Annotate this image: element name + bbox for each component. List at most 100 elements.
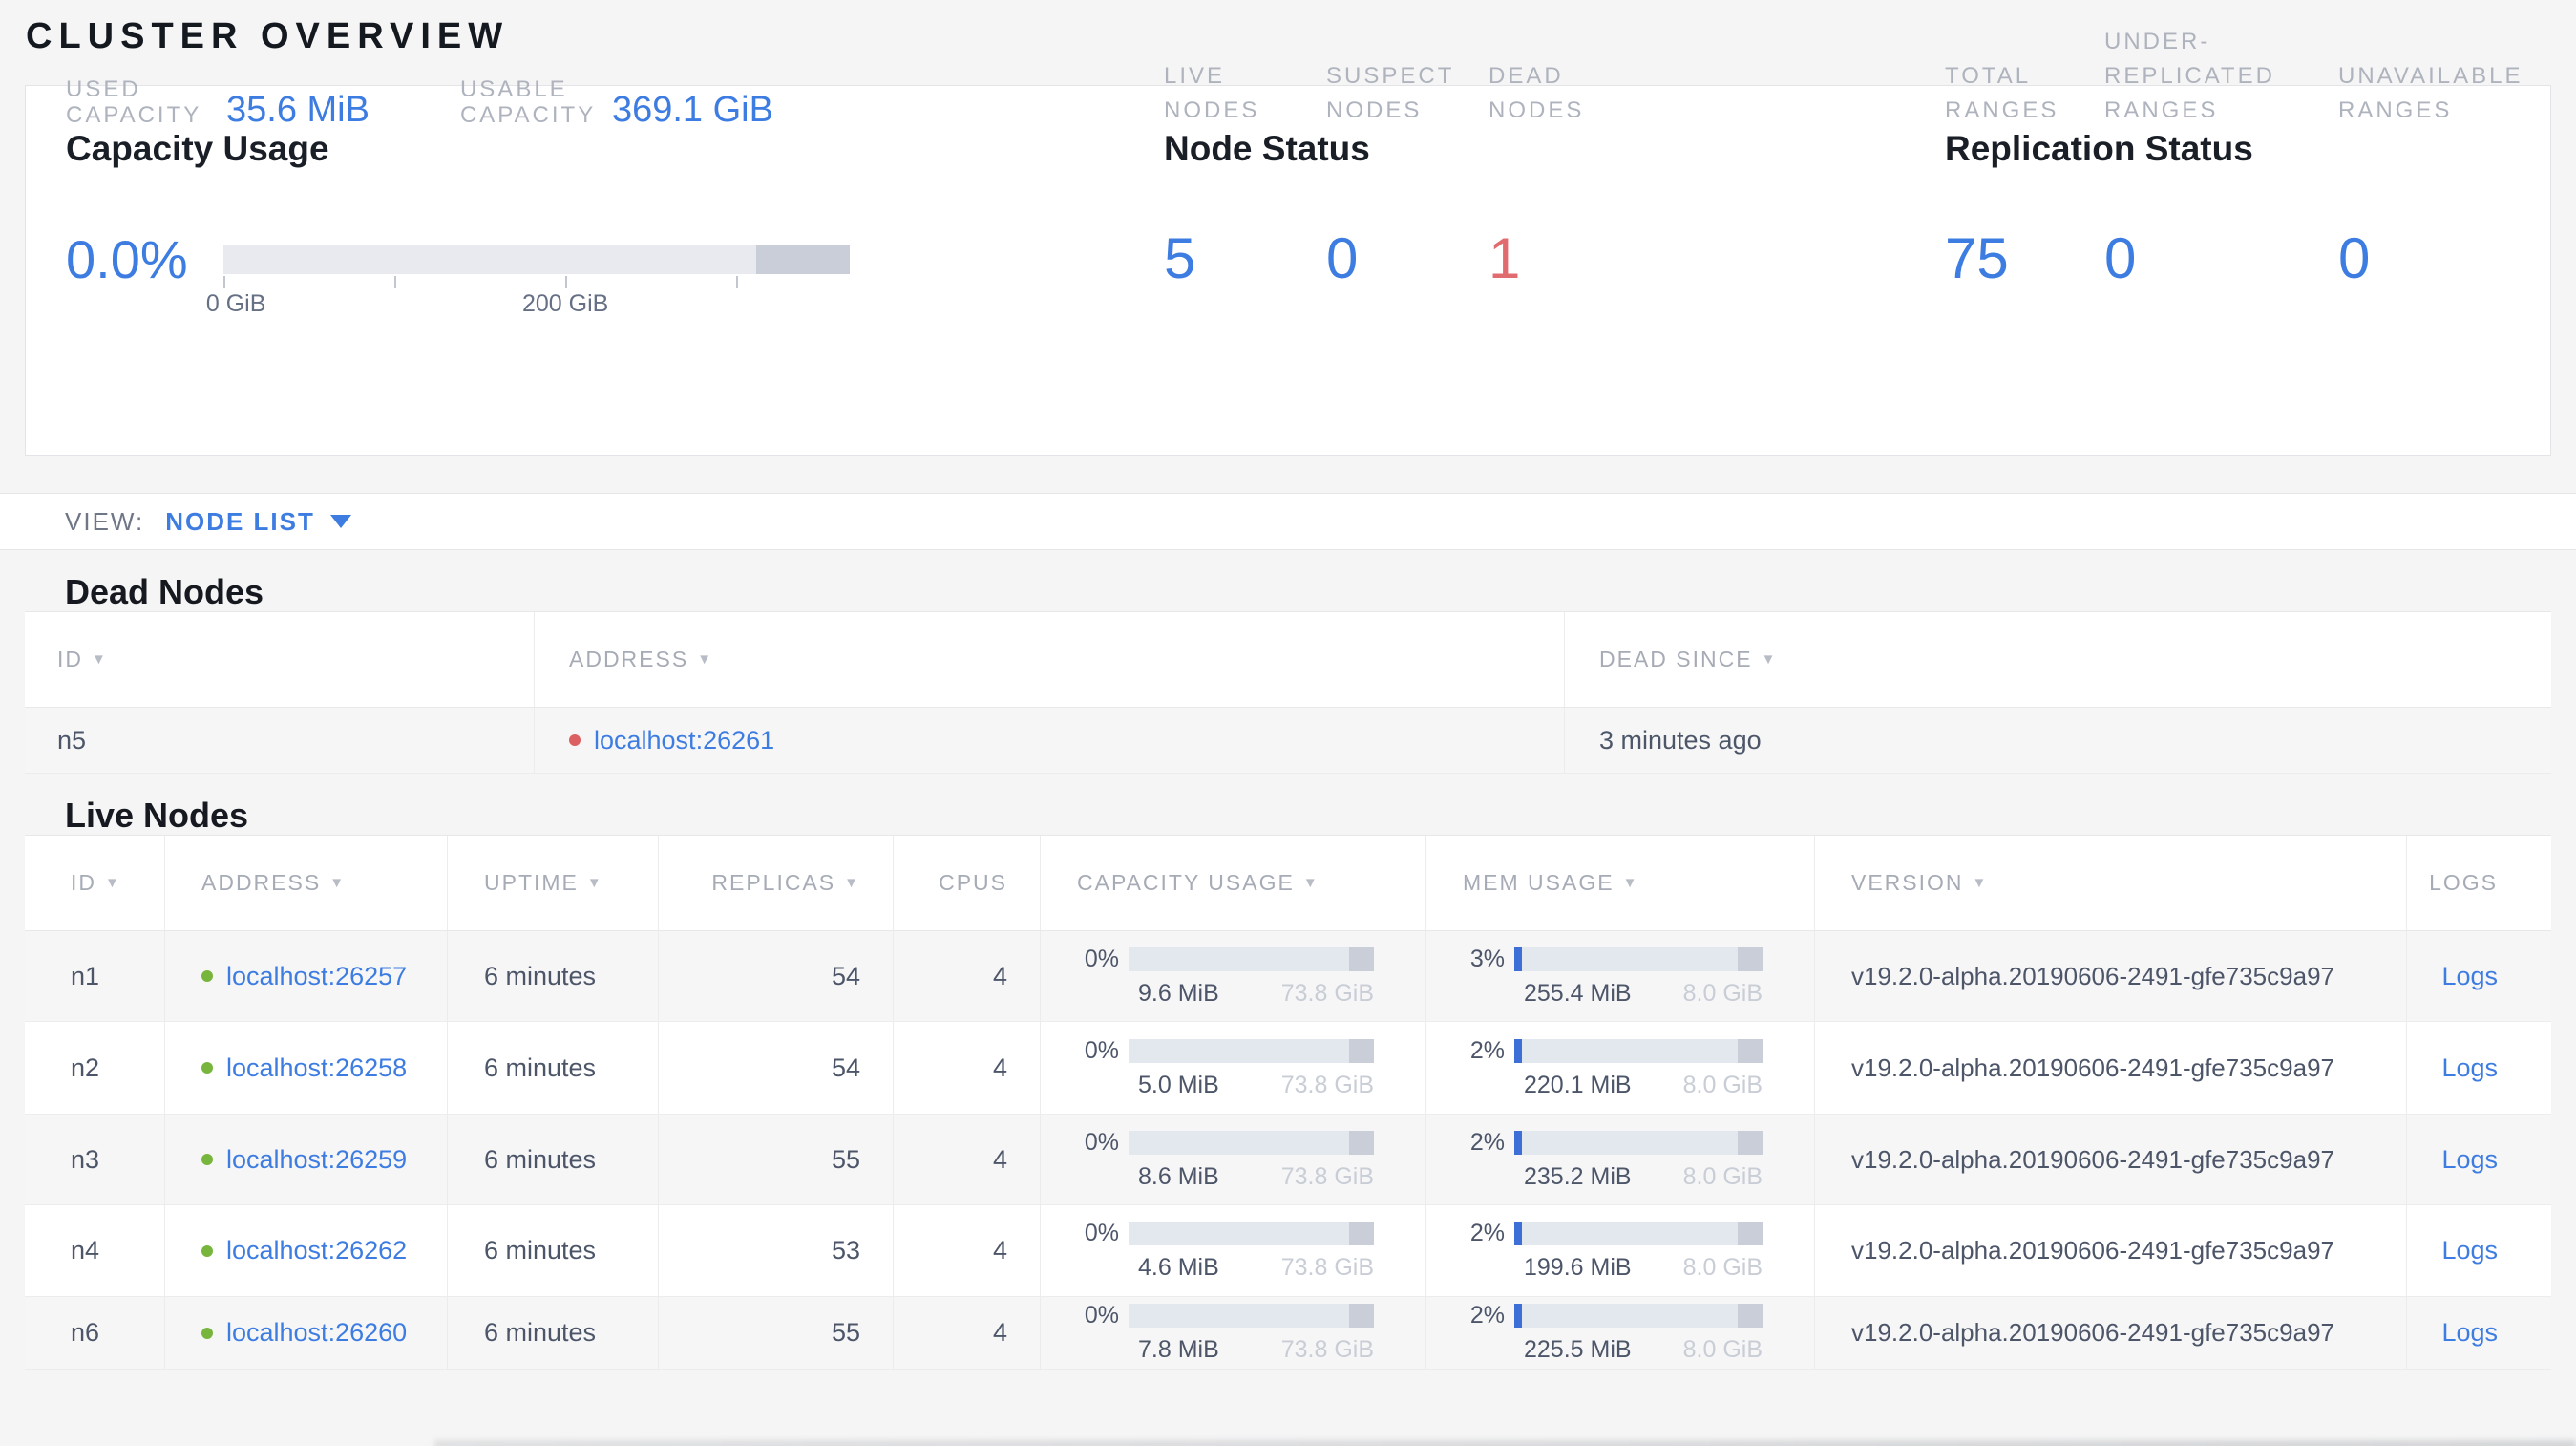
mem-usage-meter: 2% 235.2 MiB 8.0 GiB bbox=[1425, 1115, 1814, 1204]
dead-nodes-heading: Dead Nodes bbox=[65, 572, 264, 611]
replication-status-section: Replication Status 75 0 0 TOTAL RANGES U… bbox=[1945, 29, 2556, 288]
mem-bar-other-segment bbox=[1738, 946, 1763, 971]
live-nodes-count: 5 bbox=[1164, 226, 1196, 290]
gauge-tick-label: 0 GiB bbox=[205, 289, 266, 317]
dead-node-row: n5 localhost:26261 3 minutes ago bbox=[25, 708, 2551, 774]
live-node-address-link[interactable]: localhost:26260 bbox=[226, 1318, 407, 1348]
capacity-bar-other-segment bbox=[1349, 1038, 1374, 1063]
mem-used-value: 225.5 MiB bbox=[1524, 1336, 1632, 1363]
live-col-version[interactable]: VERSION ▼ bbox=[1814, 836, 2406, 930]
mem-total-value: 8.0 GiB bbox=[1682, 979, 1763, 1007]
live-nodes-table: ID ▼ ADDRESS ▼ UPTIME ▼ REPLICAS ▼ CPUS CAPA… bbox=[25, 835, 2551, 1370]
live-node-address-link[interactable]: localhost:26262 bbox=[226, 1236, 407, 1265]
dead-nodes-count: 1 bbox=[1489, 226, 1521, 290]
capacity-percent-label: 0% bbox=[1084, 1220, 1119, 1246]
dead-nodes-table: ID ▼ ADDRESS ▼ DEAD SINCE ▼ n5 localhost:26… bbox=[25, 611, 2551, 774]
logs-link[interactable]: Logs bbox=[2441, 1318, 2498, 1348]
live-node-row: n3 localhost:26259 6 minutes 55 4 0% 8.6… bbox=[25, 1115, 2551, 1205]
capacity-total-value: 73.8 GiB bbox=[1280, 1162, 1374, 1190]
capacity-bar bbox=[1129, 1222, 1374, 1245]
live-col-capacity-usage[interactable]: CAPACITY USAGE ▼ bbox=[1040, 836, 1425, 930]
capacity-used-value: 5.0 MiB bbox=[1138, 1071, 1219, 1098]
dead-node-address-link[interactable]: localhost:26261 bbox=[594, 726, 774, 755]
view-selector-dropdown[interactable]: NODE LIST bbox=[165, 507, 351, 537]
logs-link[interactable]: Logs bbox=[2441, 1053, 2498, 1083]
live-node-uptime: 6 minutes bbox=[484, 961, 597, 990]
capacity-usage-meter: 0% 7.8 MiB 73.8 GiB bbox=[1040, 1297, 1425, 1369]
live-node-id: n4 bbox=[71, 1236, 100, 1265]
capacity-total-value: 73.8 GiB bbox=[1280, 979, 1374, 1007]
total-ranges-count: 75 bbox=[1945, 226, 2009, 290]
capacity-bar bbox=[1129, 1304, 1374, 1328]
live-nodes-header-row: ID ▼ ADDRESS ▼ UPTIME ▼ REPLICAS ▼ CPUS CAPA… bbox=[25, 836, 2551, 931]
mem-bar bbox=[1514, 1038, 1763, 1063]
mem-percent-label: 3% bbox=[1469, 945, 1505, 972]
mem-percent-label: 2% bbox=[1469, 1036, 1505, 1064]
capacity-used-value: 9.6 MiB bbox=[1138, 979, 1219, 1007]
live-node-id: n3 bbox=[71, 1144, 100, 1174]
logs-link[interactable]: Logs bbox=[2441, 962, 2498, 991]
sort-arrow-icon: ▼ bbox=[1622, 875, 1639, 891]
logs-link[interactable]: Logs bbox=[2441, 1145, 2498, 1175]
capacity-percent-label: 0% bbox=[1084, 1128, 1119, 1156]
live-col-cpus[interactable]: CPUS bbox=[893, 836, 1040, 930]
live-node-row: n6 localhost:26260 6 minutes 55 4 0% 7.8… bbox=[25, 1297, 2551, 1370]
capacity-usage-section: Capacity Usage 0.0% 0 GiB 200 GiB USED C… bbox=[66, 76, 925, 317]
sort-arrow-icon: ▼ bbox=[1972, 875, 1989, 891]
capacity-total-value: 73.8 GiB bbox=[1280, 1254, 1374, 1281]
dead-col-address[interactable]: ADDRESS ▼ bbox=[534, 612, 1564, 707]
usable-capacity-stat: USABLE CAPACITY 369.1 GiB bbox=[460, 76, 773, 130]
live-col-replicas[interactable]: REPLICAS ▼ bbox=[658, 836, 893, 930]
mem-bar-fill bbox=[1514, 1130, 1522, 1155]
mem-bar-fill bbox=[1514, 1222, 1522, 1245]
mem-bar-fill bbox=[1514, 1038, 1522, 1063]
total-ranges-label: TOTAL RANGES bbox=[1945, 63, 2059, 123]
live-node-cpus: 4 bbox=[992, 1144, 1007, 1174]
live-node-replicas: 54 bbox=[831, 961, 860, 990]
sort-arrow-icon: ▼ bbox=[844, 875, 860, 891]
live-col-logs: LOGS bbox=[2406, 836, 2551, 930]
sort-arrow-icon: ▼ bbox=[586, 875, 603, 891]
capacity-usage-meter: 0% 9.6 MiB 73.8 GiB bbox=[1040, 931, 1425, 1021]
live-node-address-link[interactable]: localhost:26259 bbox=[226, 1145, 407, 1175]
capacity-total-value: 73.8 GiB bbox=[1280, 1071, 1374, 1098]
dead-col-dead-since[interactable]: DEAD SINCE ▼ bbox=[1564, 612, 2551, 707]
live-node-dot-icon bbox=[201, 970, 213, 982]
live-node-row: n1 localhost:26257 6 minutes 54 4 0% 9.6… bbox=[25, 931, 2551, 1022]
node-status-title: Node Status bbox=[1164, 129, 1370, 168]
live-nodes-heading: Live Nodes bbox=[65, 796, 249, 835]
live-node-address-link[interactable]: localhost:26258 bbox=[226, 1053, 407, 1083]
live-node-cpus: 4 bbox=[992, 961, 1007, 990]
live-col-uptime[interactable]: UPTIME ▼ bbox=[447, 836, 658, 930]
mem-total-value: 8.0 GiB bbox=[1682, 1254, 1763, 1281]
live-col-id[interactable]: ID ▼ bbox=[25, 836, 164, 930]
view-bar: VIEW: NODE LIST bbox=[0, 493, 2576, 550]
mem-bar-other-segment bbox=[1738, 1038, 1763, 1063]
live-node-replicas: 53 bbox=[831, 1236, 860, 1265]
live-col-mem-usage[interactable]: MEM USAGE ▼ bbox=[1425, 836, 1814, 930]
live-node-version: v19.2.0-alpha.20190606-2491-gfe735c9a97 bbox=[1851, 1318, 2334, 1347]
capacity-used-value: 4.6 MiB bbox=[1138, 1254, 1219, 1281]
mem-bar bbox=[1514, 1304, 1763, 1328]
live-col-address[interactable]: ADDRESS ▼ bbox=[164, 836, 447, 930]
mem-total-value: 8.0 GiB bbox=[1682, 1336, 1763, 1363]
live-node-address-link[interactable]: localhost:26257 bbox=[226, 962, 407, 991]
dead-col-id[interactable]: ID ▼ bbox=[25, 612, 534, 707]
capacity-bar-other-segment bbox=[1349, 1130, 1374, 1155]
logs-link[interactable]: Logs bbox=[2441, 1236, 2498, 1265]
capacity-gauge-other-segment bbox=[755, 244, 850, 274]
gauge-tick bbox=[394, 275, 397, 288]
under-replicated-label: UNDER-REPLICATED RANGES bbox=[2104, 29, 2275, 123]
live-nodes-label: LIVE NODES bbox=[1164, 63, 1260, 123]
sort-arrow-icon: ▼ bbox=[1302, 875, 1320, 891]
used-capacity-stat: USED CAPACITY 35.6 MiB bbox=[66, 76, 370, 130]
live-node-uptime: 6 minutes bbox=[484, 1318, 597, 1347]
mem-total-value: 8.0 GiB bbox=[1682, 1071, 1763, 1098]
mem-used-value: 199.6 MiB bbox=[1524, 1254, 1632, 1281]
live-node-dot-icon bbox=[201, 1062, 213, 1074]
capacity-gauge: 0.0% 0 GiB 200 GiB bbox=[66, 225, 850, 317]
live-node-dot-icon bbox=[201, 1244, 213, 1257]
suspect-nodes-label: SUSPECT NODES bbox=[1326, 63, 1454, 123]
live-node-replicas: 54 bbox=[831, 1053, 860, 1082]
live-node-uptime: 6 minutes bbox=[484, 1144, 597, 1174]
